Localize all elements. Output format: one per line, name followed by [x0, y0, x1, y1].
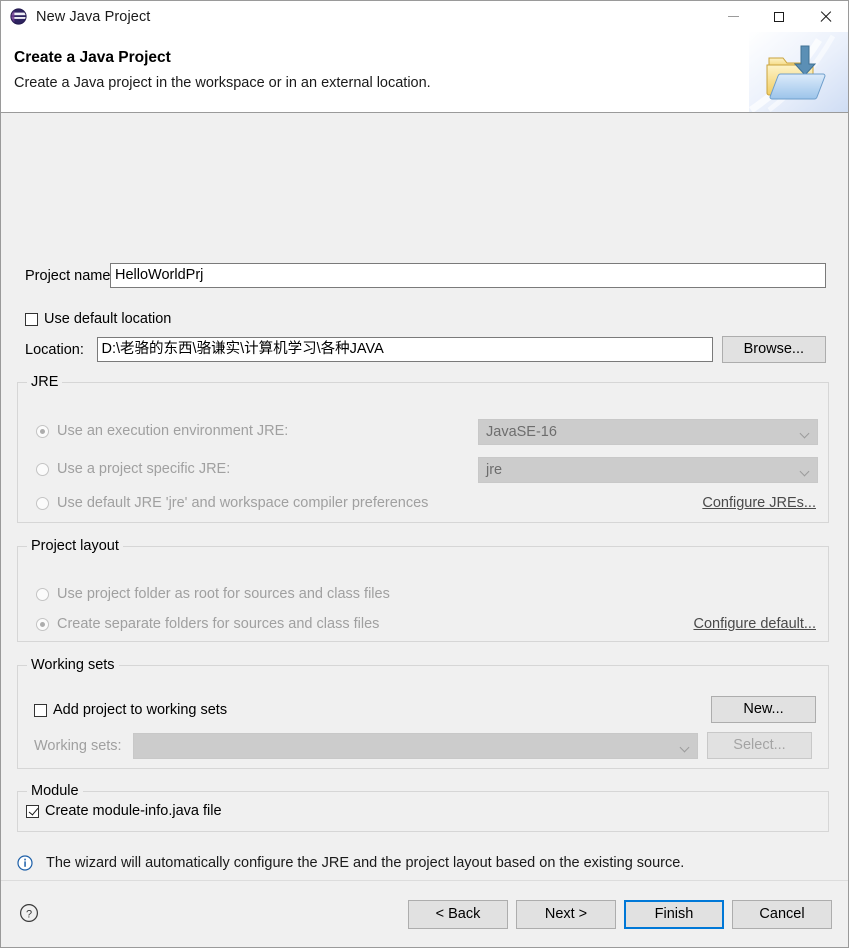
create-module-info-row[interactable]: Create module-info.java file	[26, 803, 222, 819]
project-name-label: Project name:	[25, 267, 115, 284]
select-working-set-button[interactable]: Select...	[707, 732, 812, 759]
location-label: Location:	[25, 341, 84, 358]
use-default-location-checkbox[interactable]	[25, 312, 38, 326]
footer-buttons: < Back Next > Finish Cancel	[408, 900, 832, 929]
close-button[interactable]	[802, 1, 848, 32]
title-bar: New Java Project	[1, 1, 848, 32]
new-working-set-button[interactable]: New...	[711, 696, 816, 723]
finish-button[interactable]: Finish	[624, 900, 724, 929]
window-title: New Java Project	[36, 8, 151, 25]
jre-option-default[interactable]: Use default JRE 'jre' and workspace comp…	[36, 495, 428, 511]
use-default-location-row[interactable]: Use default location	[25, 311, 171, 327]
cancel-button[interactable]: Cancel	[732, 900, 832, 929]
project-name-input[interactable]: HelloWorldPrj	[110, 263, 826, 288]
jre-group: JRE Use an execution environment JRE: Ja…	[17, 374, 829, 523]
maximize-icon	[774, 11, 784, 22]
svg-text:?: ?	[26, 908, 32, 920]
radio-project-folder-root-icon[interactable]	[36, 587, 49, 601]
radio-default-jre-icon[interactable]	[36, 496, 49, 510]
working-sets-combo[interactable]	[133, 732, 698, 759]
project-name-row: Project name: HelloWorldPrj	[25, 263, 826, 288]
next-button[interactable]: Next >	[516, 900, 616, 929]
use-default-location-label: Use default location	[44, 311, 172, 327]
radio-separate-folders-icon[interactable]	[36, 617, 49, 631]
status-message-row: The wizard will automatically configure …	[17, 855, 684, 871]
configure-default-link[interactable]: Configure default...	[693, 616, 816, 632]
project-layout-group-title: Project layout	[27, 538, 123, 554]
working-sets-group: Working sets Add project to working sets…	[17, 657, 829, 769]
working-sets-group-title: Working sets	[27, 657, 119, 673]
module-group: Module Create module-info.java file	[17, 783, 829, 832]
browse-button[interactable]: Browse...	[721, 336, 826, 363]
chevron-down-icon	[801, 430, 809, 438]
add-project-to-working-sets-checkbox[interactable]	[34, 703, 47, 717]
new-java-project-dialog: New Java Project Create a Java Project C…	[0, 0, 849, 948]
page-subtitle: Create a Java project in the workspace o…	[14, 75, 431, 91]
back-button[interactable]: < Back	[408, 900, 508, 929]
location-row: Location: D:\老骆的东西\骆谦实\计算机学习\各种JAVA Brow…	[25, 336, 826, 363]
minimize-button[interactable]	[710, 1, 756, 32]
jre-option-execution-environment[interactable]: Use an execution environment JRE:	[36, 423, 288, 439]
status-message: The wizard will automatically configure …	[46, 855, 685, 871]
create-module-info-checkbox[interactable]	[26, 804, 39, 818]
radio-execution-environment-icon[interactable]	[36, 424, 49, 438]
maximize-button[interactable]	[756, 1, 802, 32]
add-project-to-working-sets-row[interactable]: Add project to working sets	[34, 702, 227, 718]
layout-option-project-folder[interactable]: Use project folder as root for sources a…	[36, 586, 390, 602]
eclipse-icon	[10, 8, 27, 25]
project-jre-combo[interactable]: jre	[478, 457, 818, 483]
jre-group-title: JRE	[27, 374, 63, 390]
project-jre-value: jre	[486, 462, 503, 478]
jre-option-execution-environment-label: Use an execution environment JRE:	[57, 423, 289, 439]
working-sets-select-row: Working sets: Select...	[34, 732, 818, 759]
add-project-to-working-sets-label: Add project to working sets	[53, 702, 228, 718]
jre-option-project-specific-label: Use a project specific JRE:	[57, 461, 231, 477]
jre-option-project-specific[interactable]: Use a project specific JRE:	[36, 461, 230, 477]
wizard-banner: Create a Java Project Create a Java proj…	[1, 32, 848, 113]
layout-option-separate-folders-label: Create separate folders for sources and …	[57, 616, 380, 632]
close-icon	[819, 10, 832, 23]
new-java-project-folder-icon	[749, 32, 848, 112]
working-sets-label: Working sets:	[34, 737, 122, 754]
layout-option-separate-folders[interactable]: Create separate folders for sources and …	[36, 616, 379, 632]
execution-environment-value: JavaSE-16	[486, 424, 557, 440]
project-layout-group: Project layout Use project folder as roo…	[17, 538, 829, 642]
module-group-title: Module	[27, 783, 83, 799]
execution-environment-combo[interactable]: JavaSE-16	[478, 419, 818, 445]
minimize-icon	[727, 16, 739, 17]
configure-jres-link[interactable]: Configure JREs...	[702, 495, 816, 511]
dialog-content: Project name: HelloWorldPrj Use default …	[1, 113, 848, 880]
location-input[interactable]: D:\老骆的东西\骆谦实\计算机学习\各种JAVA	[96, 337, 713, 362]
chevron-down-icon	[801, 468, 809, 476]
jre-option-default-label: Use default JRE 'jre' and workspace comp…	[57, 495, 429, 511]
radio-project-specific-icon[interactable]	[36, 462, 49, 476]
info-icon	[17, 855, 33, 871]
dialog-footer: ? < Back Next > Finish Cancel	[1, 880, 848, 947]
chevron-down-icon	[681, 744, 689, 752]
window-controls	[710, 1, 848, 32]
create-module-info-label: Create module-info.java file	[45, 803, 222, 819]
page-title: Create a Java Project	[14, 49, 171, 66]
layout-option-project-folder-label: Use project folder as root for sources a…	[57, 586, 390, 602]
help-icon[interactable]: ?	[19, 903, 39, 923]
